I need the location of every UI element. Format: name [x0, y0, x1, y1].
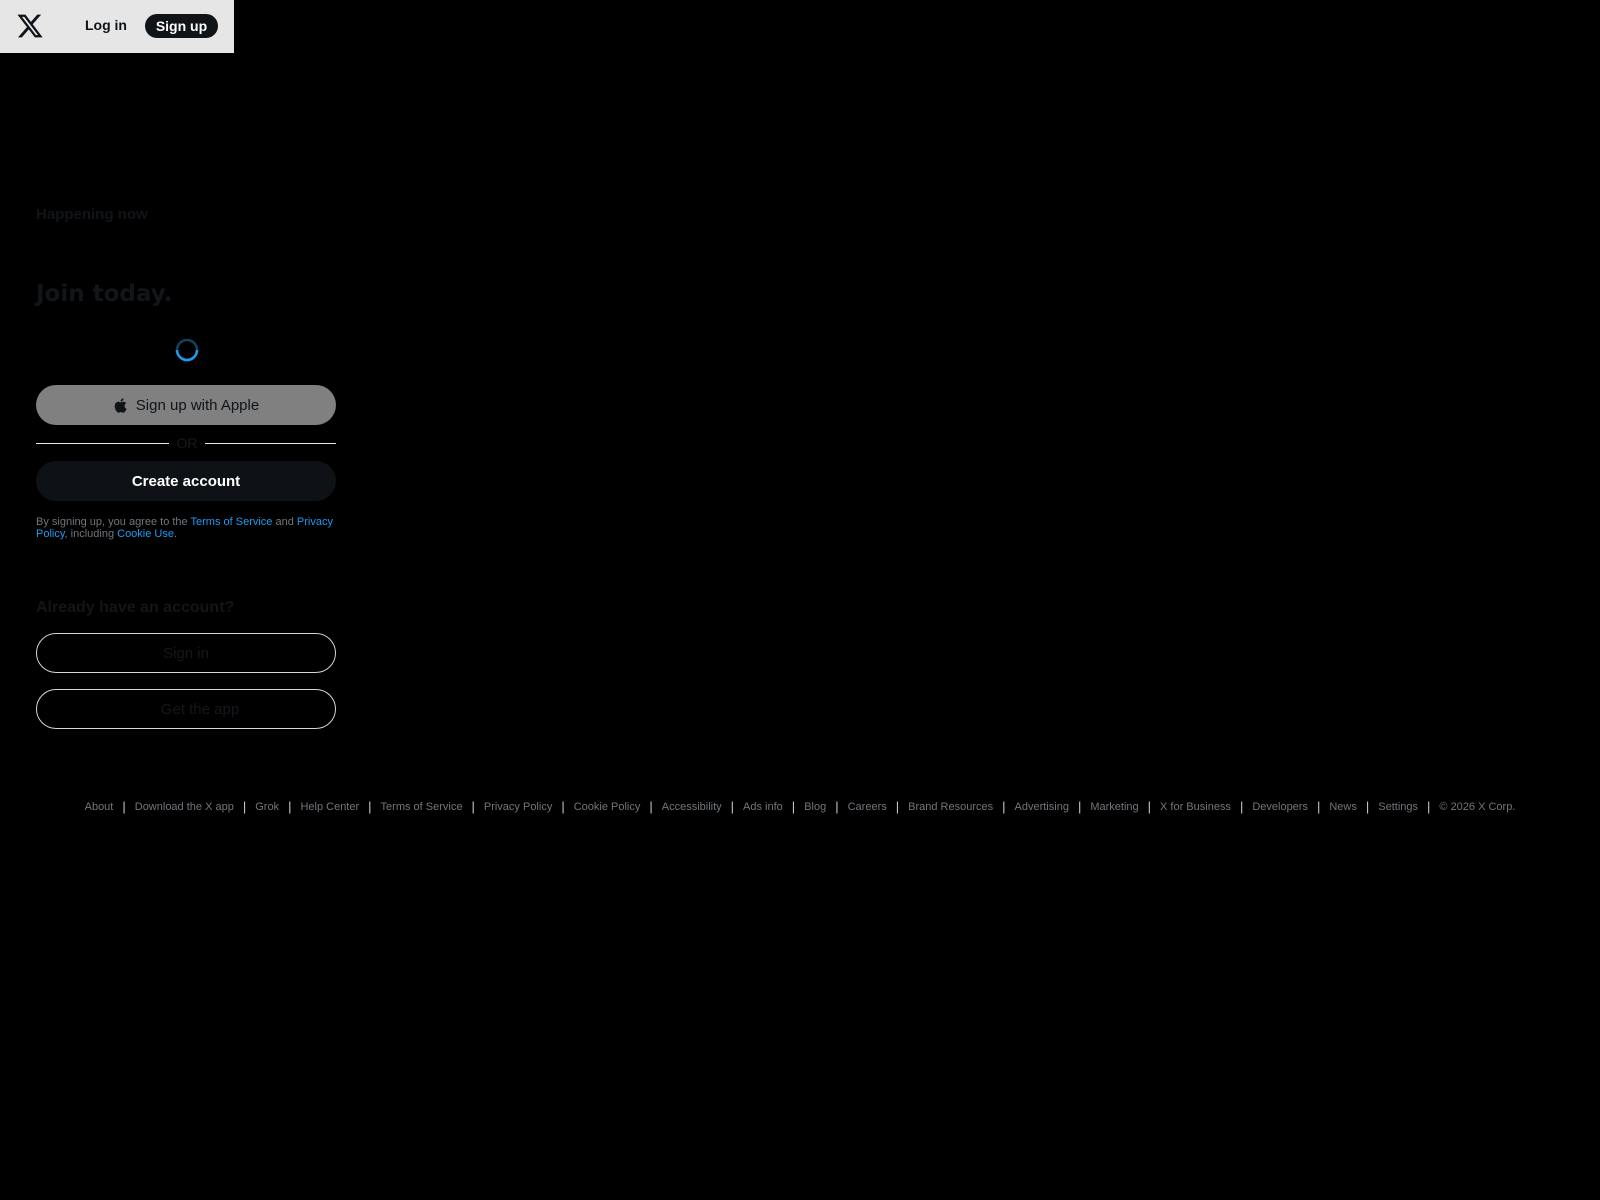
- footer-link-accessibility[interactable]: Accessibility: [662, 801, 722, 813]
- create-account-button[interactable]: Create account: [36, 461, 336, 501]
- or-divider: OR: [36, 434, 336, 452]
- footer-nav: About | Download the X app | Grok | Help Ce…: [0, 799, 1600, 814]
- footer-separator: |: [895, 799, 900, 814]
- x-logo-icon[interactable]: [16, 12, 44, 40]
- footer-link-help-center[interactable]: Help Center: [300, 801, 359, 813]
- footer-separator: |: [1316, 799, 1321, 814]
- footer-separator: |: [471, 799, 475, 814]
- footer-link-about[interactable]: About: [85, 801, 114, 813]
- terms-and: and: [272, 516, 297, 528]
- footer-link-cookie[interactable]: Cookie Policy: [574, 801, 641, 813]
- footer-separator: |: [1077, 799, 1082, 814]
- footer-link-grok[interactable]: Grok: [255, 801, 279, 813]
- footer-link-brand-resources[interactable]: Brand Resources: [908, 801, 993, 813]
- terms-suffix: .: [173, 528, 178, 540]
- footer-separator: |: [1147, 799, 1152, 814]
- footer-link-blog[interactable]: Blog: [804, 801, 826, 813]
- footer-separator: |: [649, 799, 653, 814]
- footer-separator: |: [1427, 799, 1431, 814]
- get-the-app-button[interactable]: Get the app: [36, 689, 336, 729]
- footer-separator: |: [1239, 799, 1244, 814]
- footer-separator: |: [561, 799, 565, 814]
- footer-link-privacy[interactable]: Privacy Policy: [484, 801, 552, 813]
- loading-spinner-icon: [174, 337, 200, 363]
- sign-up-with-apple-button[interactable]: Sign up with Apple: [36, 385, 336, 425]
- footer-link-marketing[interactable]: Marketing: [1090, 801, 1138, 813]
- sign-in-button[interactable]: Sign in: [36, 633, 336, 673]
- footer-separator: |: [288, 799, 292, 814]
- footer-separator: |: [1002, 799, 1006, 814]
- copyright-text: © 2026 X Corp.: [1439, 800, 1516, 813]
- top-bar: Log in Sign up: [0, 0, 234, 53]
- footer-separator: |: [791, 799, 796, 814]
- or-label: OR: [176, 435, 198, 451]
- footer-separator: |: [368, 799, 372, 814]
- footer-separator: |: [730, 799, 735, 814]
- footer-separator: |: [1365, 799, 1370, 814]
- footer-link-settings[interactable]: Settings: [1378, 801, 1418, 813]
- footer-link-download-app[interactable]: Download the X app: [135, 801, 234, 813]
- footer-link-careers[interactable]: Careers: [848, 801, 887, 813]
- sign-up-button[interactable]: Sign up: [145, 14, 218, 38]
- terms-notice: By signing up, you agree to the Terms of…: [36, 516, 336, 540]
- footer-separator: |: [835, 799, 839, 814]
- footer-separator: |: [122, 799, 126, 814]
- join-today-heading: Join today.: [36, 281, 173, 307]
- apple-button-label: Sign up with Apple: [135, 396, 260, 414]
- already-have-account-heading: Already have an account?: [36, 599, 235, 616]
- footer-link-news[interactable]: News: [1329, 801, 1357, 813]
- log-in-link[interactable]: Log in: [85, 17, 127, 33]
- footer-link-developers[interactable]: Developers: [1252, 801, 1308, 813]
- terms-including: , including: [64, 528, 118, 540]
- apple-icon: [114, 397, 127, 413]
- footer-link-ads-info[interactable]: Ads info: [743, 801, 783, 813]
- footer-link-x-for-business[interactable]: X for Business: [1160, 801, 1231, 813]
- footer-link-advertising[interactable]: Advertising: [1015, 801, 1069, 813]
- happening-now-heading: Happening now: [36, 206, 148, 223]
- cookie-use-link[interactable]: Cookie Use: [117, 528, 174, 540]
- footer-separator: |: [242, 799, 247, 814]
- terms-of-service-link[interactable]: Terms of Service: [191, 516, 273, 528]
- terms-prefix: By signing up, you agree to the: [36, 516, 191, 528]
- footer-link-terms[interactable]: Terms of Service: [381, 801, 463, 813]
- divider-line-left: [36, 443, 169, 444]
- divider-line-right: [205, 443, 336, 444]
